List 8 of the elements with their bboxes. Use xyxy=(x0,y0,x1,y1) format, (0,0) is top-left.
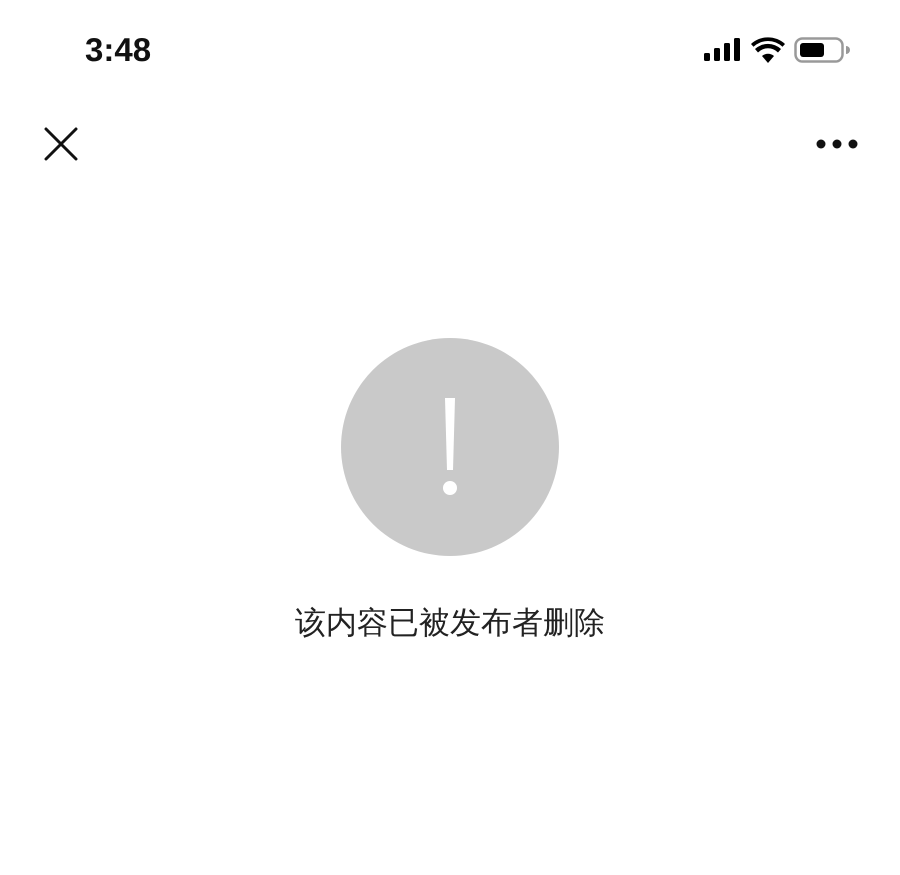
close-icon[interactable] xyxy=(44,127,78,161)
status-time: 3:48 xyxy=(85,31,152,69)
wifi-icon xyxy=(751,37,785,63)
signal-icon xyxy=(704,38,742,62)
deleted-message: 该内容已被发布者删除 xyxy=(295,604,605,643)
more-icon[interactable] xyxy=(816,139,858,149)
battery-icon xyxy=(794,37,850,63)
warning-icon xyxy=(341,338,559,556)
